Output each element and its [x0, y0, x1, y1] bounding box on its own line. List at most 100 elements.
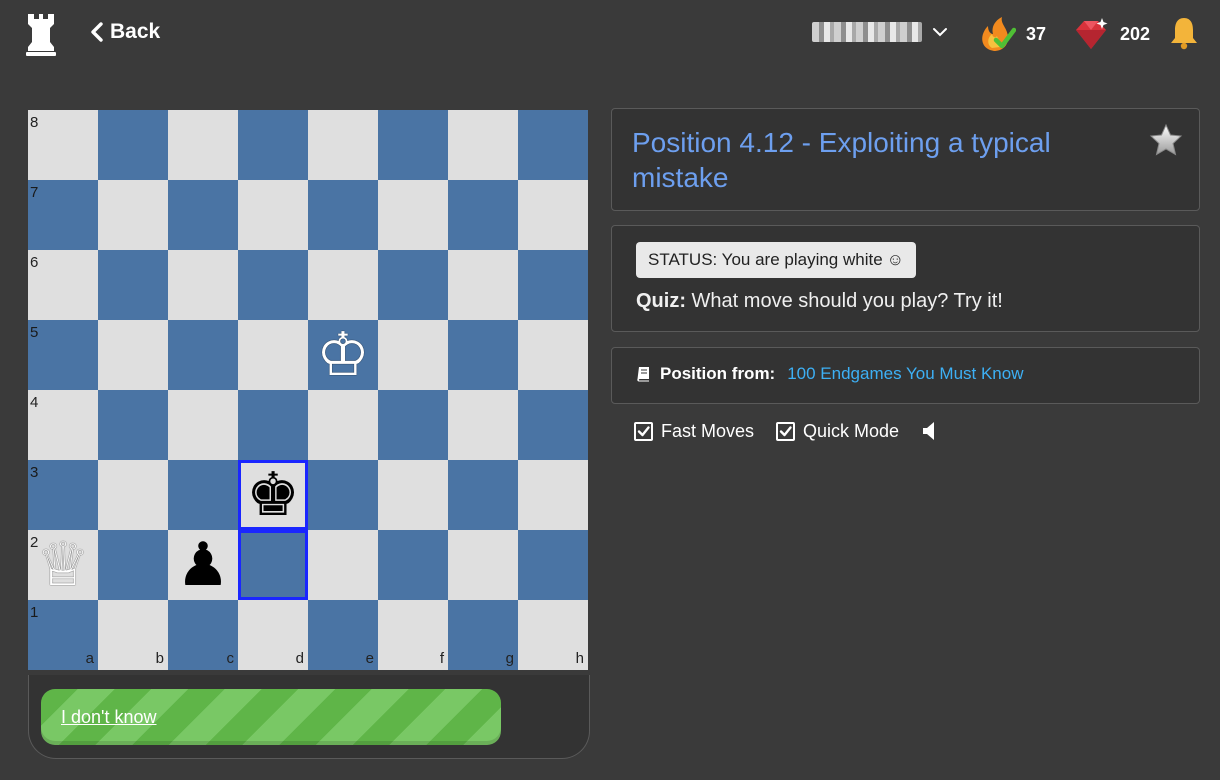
square-c6[interactable] [168, 250, 238, 320]
square-h8[interactable] [518, 110, 588, 180]
square-d6[interactable] [238, 250, 308, 320]
quiz-text: What move should you play? Try it! [686, 290, 1003, 312]
square-g1[interactable]: g [448, 600, 518, 670]
square-g5[interactable] [448, 320, 518, 390]
square-e2[interactable] [308, 530, 378, 600]
square-f1[interactable]: f [378, 600, 448, 670]
chess-board[interactable]: 8 7 6 5 ♔ 4 3 ♚ 2 ♕ ♟ 1 a b c d e f g h [28, 110, 588, 670]
square-g7[interactable] [448, 180, 518, 250]
square-e5[interactable]: ♔ [308, 320, 378, 390]
user-menu[interactable] [812, 22, 948, 42]
rank-label: 6 [30, 254, 39, 271]
square-a8[interactable]: 8 [28, 110, 98, 180]
square-f3[interactable] [378, 460, 448, 530]
square-g4[interactable] [448, 390, 518, 460]
square-b2[interactable] [98, 530, 168, 600]
back-button[interactable]: Back [90, 20, 160, 44]
rank-label: 1 [30, 604, 39, 621]
square-g6[interactable] [448, 250, 518, 320]
square-f7[interactable] [378, 180, 448, 250]
rank-label: 2 [30, 534, 39, 551]
square-f6[interactable] [378, 250, 448, 320]
quiz-prompt: Quiz: What move should you play? Try it! [636, 290, 1003, 313]
square-c3[interactable] [168, 460, 238, 530]
white-queen-piece[interactable]: ♕ [36, 535, 90, 595]
square-f5[interactable] [378, 320, 448, 390]
square-d7[interactable] [238, 180, 308, 250]
square-e4[interactable] [308, 390, 378, 460]
file-label: a [85, 650, 94, 667]
square-a6[interactable]: 6 [28, 250, 98, 320]
square-h2[interactable] [518, 530, 588, 600]
rank-label: 5 [30, 324, 39, 341]
white-king-piece[interactable]: ♔ [316, 325, 370, 385]
rook-icon[interactable] [24, 12, 58, 56]
quiz-label: Quiz: [636, 290, 686, 312]
star-icon[interactable] [1149, 123, 1183, 157]
quiz-panel: STATUS: You are playing white ☺ Quiz: Wh… [611, 225, 1200, 332]
square-c7[interactable] [168, 180, 238, 250]
square-f2[interactable] [378, 530, 448, 600]
black-pawn-piece[interactable]: ♟ [176, 535, 230, 595]
square-d2[interactable] [238, 530, 308, 600]
square-a7[interactable]: 7 [28, 180, 98, 250]
square-g3[interactable] [448, 460, 518, 530]
square-e1[interactable]: e [308, 600, 378, 670]
square-c5[interactable] [168, 320, 238, 390]
file-label: h [575, 650, 584, 667]
square-h1[interactable]: h [518, 600, 588, 670]
source-link[interactable]: 100 Endgames You Must Know [787, 364, 1023, 384]
gems-counter[interactable]: 202 [1072, 16, 1150, 52]
square-c1[interactable]: c [168, 600, 238, 670]
square-e8[interactable] [308, 110, 378, 180]
rank-label: 7 [30, 184, 39, 201]
square-h3[interactable] [518, 460, 588, 530]
action-panel: I don't know [28, 675, 590, 759]
square-a4[interactable]: 4 [28, 390, 98, 460]
square-h5[interactable] [518, 320, 588, 390]
square-a5[interactable]: 5 [28, 320, 98, 390]
square-a3[interactable]: 3 [28, 460, 98, 530]
square-c8[interactable] [168, 110, 238, 180]
square-b3[interactable] [98, 460, 168, 530]
black-king-piece[interactable]: ♚ [246, 465, 300, 525]
square-g8[interactable] [448, 110, 518, 180]
square-f4[interactable] [378, 390, 448, 460]
square-f8[interactable] [378, 110, 448, 180]
checkmark-icon [779, 425, 792, 436]
square-h7[interactable] [518, 180, 588, 250]
square-a2[interactable]: 2 ♕ [28, 530, 98, 600]
square-a1[interactable]: 1a [28, 600, 98, 670]
file-label: f [439, 650, 444, 667]
square-d4[interactable] [238, 390, 308, 460]
square-c4[interactable] [168, 390, 238, 460]
square-c2[interactable]: ♟ [168, 530, 238, 600]
bell-icon[interactable] [1168, 16, 1200, 50]
square-b4[interactable] [98, 390, 168, 460]
square-d3[interactable]: ♚ [238, 460, 308, 530]
square-e6[interactable] [308, 250, 378, 320]
square-b7[interactable] [98, 180, 168, 250]
square-d5[interactable] [238, 320, 308, 390]
square-g2[interactable] [448, 530, 518, 600]
fast-moves-label: Fast Moves [661, 420, 755, 441]
username-blurred [812, 22, 922, 42]
streak-counter[interactable]: 37 [978, 16, 1046, 52]
square-b5[interactable] [98, 320, 168, 390]
square-b8[interactable] [98, 110, 168, 180]
quick-mode-checkbox[interactable] [776, 421, 796, 441]
fast-moves-checkbox[interactable] [634, 421, 653, 441]
square-h6[interactable] [518, 250, 588, 320]
fast-moves-toggle[interactable]: Fast Moves [634, 421, 754, 442]
speaker-icon[interactable] [921, 420, 939, 442]
square-e3[interactable] [308, 460, 378, 530]
square-d1[interactable]: d [238, 600, 308, 670]
dont-know-button[interactable]: I don't know [41, 689, 501, 745]
square-e7[interactable] [308, 180, 378, 250]
square-b6[interactable] [98, 250, 168, 320]
square-b1[interactable]: b [98, 600, 168, 670]
checkmark-icon [637, 425, 650, 436]
square-h4[interactable] [518, 390, 588, 460]
square-d8[interactable] [238, 110, 308, 180]
quick-mode-toggle[interactable]: Quick Mode [776, 421, 899, 442]
